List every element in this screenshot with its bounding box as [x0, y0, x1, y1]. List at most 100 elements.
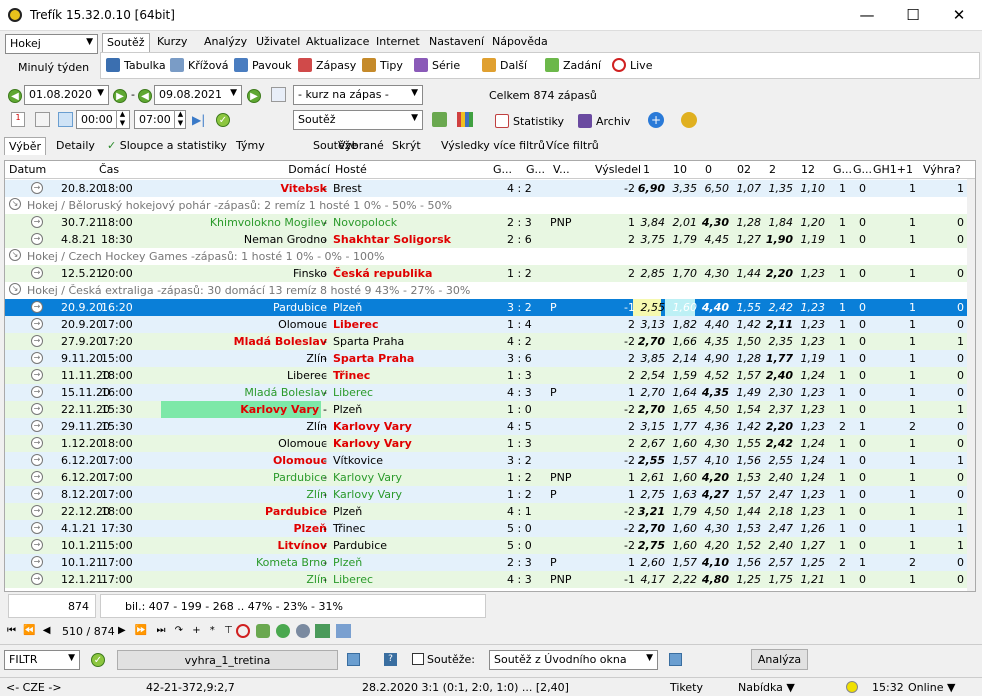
toolbar-tipy[interactable]: Tipy: [362, 58, 403, 72]
sync-icon[interactable]: [276, 624, 290, 638]
toolbar-zapasy[interactable]: Zápasy: [298, 58, 356, 72]
tab-internet[interactable]: Internet: [372, 33, 424, 52]
row-detail-icon[interactable]: →: [31, 471, 43, 483]
table-row[interactable]: → 20.8.20 18:00 Vitebsk - Brest 4 : 2 -2 6,90 3,3…: [5, 180, 967, 197]
sport-select[interactable]: Hokej ▼: [5, 34, 98, 54]
online-status[interactable]: Online ▼: [908, 681, 955, 694]
toolbar-krizova[interactable]: Křížová: [170, 58, 229, 72]
collapse-icon[interactable]: ↘: [9, 198, 21, 210]
check-icon[interactable]: ✓: [216, 113, 230, 127]
kurz-select[interactable]: - kurz na zápas - ▼: [293, 85, 423, 105]
time-from-spinner[interactable]: ▲ ▼: [116, 110, 128, 129]
skip-back-icon[interactable]: [58, 112, 73, 127]
gear-icon[interactable]: [296, 624, 310, 638]
toolbar-zadani[interactable]: Zadání: [545, 58, 601, 72]
table-row[interactable]: → 15.11.20 16:00 Mladá Boleslav - Liberec 4 : …: [5, 384, 967, 401]
row-detail-icon[interactable]: →: [31, 386, 43, 398]
column-header[interactable]: V...: [553, 163, 593, 176]
date-to-prev-icon[interactable]: ◀: [138, 89, 152, 103]
swap-icon[interactable]: [271, 87, 286, 102]
matches-grid[interactable]: Datum Čas Domácí Hosté G... G... V... Výsledek 1…: [4, 160, 976, 592]
table-row[interactable]: → 22.11.20 15:30 Karlovy Vary - Plzeň 1 : 0 -2 2…: [5, 401, 967, 418]
subtab-vybrane[interactable]: Vybrané: [334, 137, 388, 155]
collapse-icon[interactable]: ↘: [9, 283, 21, 295]
row-detail-icon[interactable]: →: [31, 454, 43, 466]
tab-soutez[interactable]: Soutěž: [102, 33, 150, 52]
table-row[interactable]: → 12.5.21 20:00 Finsko - Česká republika 1 : 2…: [5, 265, 967, 282]
nabidka-menu[interactable]: Nabídka ▼: [738, 681, 795, 694]
date-from-next-icon[interactable]: ▶: [113, 89, 127, 103]
table-row[interactable]: → 4.1.21 17:30 Plzeň - Třinec 5 : 0 -2 2,70 1,60 4…: [5, 520, 967, 537]
tab-uzivatel[interactable]: Uživatel: [252, 33, 304, 52]
row-detail-icon[interactable]: →: [31, 216, 43, 228]
nav-first-prev[interactable]: ⏮ ⏪ ◀: [7, 625, 53, 636]
row-detail-icon[interactable]: →: [31, 437, 43, 449]
tikety-button[interactable]: Tikety: [670, 681, 703, 694]
column-header[interactable]: Čas: [99, 163, 163, 176]
time-to-spinner[interactable]: ▲ ▼: [174, 110, 186, 129]
date-from-prev-icon[interactable]: ◀: [8, 89, 22, 103]
live-icon[interactable]: [236, 624, 250, 638]
collapse-icon[interactable]: ↘: [9, 249, 21, 261]
tab-napoveda[interactable]: Nápověda: [488, 33, 552, 52]
row-detail-icon[interactable]: →: [31, 522, 43, 534]
search-icon[interactable]: [336, 624, 351, 638]
vertical-scrollbar[interactable]: [967, 179, 975, 591]
column-header[interactable]: 10: [673, 163, 703, 176]
row-detail-icon[interactable]: →: [31, 573, 43, 585]
group-header[interactable]: ↘ Hokej / Czech Hockey Games -zápasů: 1 h…: [5, 248, 967, 265]
row-detail-icon[interactable]: →: [31, 301, 43, 313]
toolbar-serie[interactable]: Série: [414, 58, 460, 72]
group-header[interactable]: ↘ Hokej / Běloruský hokejový pohár -zápas…: [5, 197, 967, 214]
check-icon[interactable]: ✓: [91, 653, 105, 667]
subtab-detaily[interactable]: Detaily: [52, 137, 99, 155]
column-header[interactable]: Výsledek: [595, 163, 640, 176]
toolbar-tabulka[interactable]: Tabulka: [106, 58, 166, 72]
table-row[interactable]: → 12.1.21 17:00 Zlín - Liberec 4 : 3 PNP -1 4,17 2…: [5, 571, 967, 588]
table-row[interactable]: → 27.9.20 17:20 Mladá Boleslav - Sparta Praha…: [5, 333, 967, 350]
date-from-input[interactable]: 01.08.2020 ▼: [24, 85, 109, 105]
subtab-sloupce[interactable]: ✓ Sloupce a statistiky: [103, 137, 231, 155]
tab-nastaveni[interactable]: Nastavení: [425, 33, 488, 52]
column-header[interactable]: 02: [737, 163, 767, 176]
filtr-select[interactable]: FILTR ▼: [4, 650, 80, 670]
refresh-icon[interactable]: [256, 624, 270, 638]
table-row[interactable]: → 29.11.20 15:30 Zlín - Karlovy Vary 4 : 5 2 3,1…: [5, 418, 967, 435]
analyza-button[interactable]: Analýza: [751, 649, 808, 670]
archiv-button[interactable]: Archiv: [578, 114, 630, 128]
subtab-vyber[interactable]: Výběr: [4, 137, 47, 155]
language-switch[interactable]: <- CZE ->: [6, 681, 62, 694]
column-header[interactable]: 12: [801, 163, 831, 176]
column-header[interactable]: Hosté: [335, 163, 485, 176]
table-row[interactable]: → 1.12.20 18:00 Olomouc - Karlovy Vary 1 : 322…: [5, 435, 967, 452]
row-detail-icon[interactable]: →: [31, 267, 43, 279]
table-row[interactable]: → 22.12.20 18:00 Pardubice - Plzeň 4 : 1 -2 3,21…: [5, 503, 967, 520]
table-row[interactable]: → 20.9.20 16:20 Pardubice - Plzeň 3 : 2 P -1 2,55…: [5, 299, 967, 316]
row-detail-icon[interactable]: →: [31, 539, 43, 551]
minimize-button[interactable]: —: [844, 0, 890, 31]
toolbar-dalsi[interactable]: Další: [482, 58, 527, 72]
table-row[interactable]: → 30.7.21 18:00 Khimvolokno Mogilev - Novopol…: [5, 214, 967, 231]
column-header[interactable]: 0: [705, 163, 735, 176]
column-header[interactable]: G...: [853, 163, 871, 176]
table-row[interactable]: → 9.11.20 15:00 Zlín - Sparta Praha 3 : 6 2 3,85…: [5, 350, 967, 367]
subtab-vice-filtru[interactable]: Více filtrů: [542, 137, 603, 155]
row-detail-icon[interactable]: →: [31, 182, 43, 194]
skip-forward-icon[interactable]: ▶|: [192, 113, 205, 127]
subtab-tymy[interactable]: Týmy: [232, 137, 269, 155]
expand-icon[interactable]: [35, 112, 50, 127]
row-detail-icon[interactable]: →: [31, 369, 43, 381]
import-icon[interactable]: [347, 653, 360, 666]
table-row[interactable]: → 6.12.20 17:00 Pardubice - Karlovy Vary 1 : 2…: [5, 469, 967, 486]
table-row[interactable]: → 11.11.20 18:00 Liberec - Třinec 1 : 3 2 2,54 1,…: [5, 367, 967, 384]
table-row[interactable]: → 10.1.21 17:00 Kometa Brno - Plzeň 2 : 3 P 1 2,6…: [5, 554, 967, 571]
row-detail-icon[interactable]: →: [31, 505, 43, 517]
row-detail-icon[interactable]: →: [31, 335, 43, 347]
maximize-button[interactable]: ☐: [890, 0, 936, 31]
tab-aktualizace[interactable]: Aktualizace: [302, 33, 373, 52]
date-to-input[interactable]: 09.08.2021 ▼: [154, 85, 242, 105]
group-header[interactable]: ↘ Hokej / Česká extraliga -zápasů: 30 dom…: [5, 282, 967, 299]
coins-icon[interactable]: [681, 112, 697, 128]
column-header[interactable]: Domácí: [165, 163, 330, 176]
bar-chart-icon[interactable]: [457, 112, 473, 127]
